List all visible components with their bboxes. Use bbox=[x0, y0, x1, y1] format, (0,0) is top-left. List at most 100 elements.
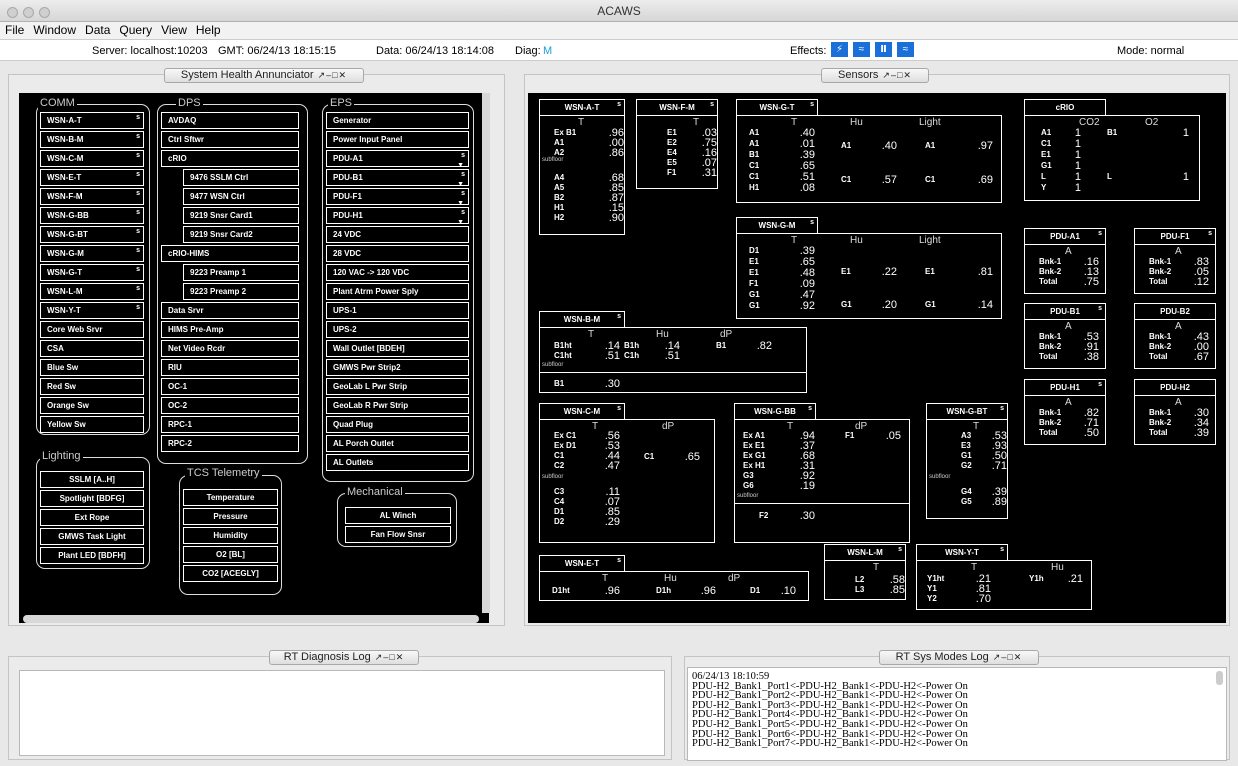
annunciator-wsn-g-bt[interactable]: WSN-G-BT s bbox=[40, 226, 144, 243]
annunciator-ups-2[interactable]: UPS-2 bbox=[326, 321, 469, 338]
annunciator-9223-preamp-1[interactable]: 9223 Preamp 1 bbox=[183, 264, 299, 281]
annunciator-yellow-sw[interactable]: Yellow Sw bbox=[40, 416, 144, 433]
annunciator-co2-acegly[interactable]: CO2 [ACEGLY] bbox=[183, 565, 278, 582]
annunciator-net-video-rcdr[interactable]: Net Video Rcdr bbox=[161, 340, 299, 357]
annunciator-wsn-g-bb[interactable]: WSN-G-BB s bbox=[40, 207, 144, 224]
annunciator-9219-snsr-card1[interactable]: 9219 Snsr Card1 bbox=[183, 207, 299, 224]
panel-window-controls-icon[interactable]: ↗–□✕ bbox=[993, 652, 1023, 662]
annunciator-ups-1[interactable]: UPS-1 bbox=[326, 302, 469, 319]
sensor-wsn-g-bb-header[interactable]: WSN-G-BB s bbox=[734, 403, 816, 420]
annunciator-riu[interactable]: RIU bbox=[161, 359, 299, 376]
sensor-crio-header[interactable]: cRIO bbox=[1024, 99, 1106, 116]
sensor-wsn-c-m-header[interactable]: WSN-C-M s bbox=[539, 403, 625, 420]
annunciator-pdu-b1[interactable]: PDU-B1 s ▼ bbox=[326, 169, 469, 188]
annunciator-quad-plug[interactable]: Quad Plug bbox=[326, 416, 469, 433]
panel-window-controls-icon[interactable]: ↗–□✕ bbox=[375, 652, 405, 662]
annunciator-wsn-c-m[interactable]: WSN-C-M s bbox=[40, 150, 144, 167]
annunciator-wsn-g-t[interactable]: WSN-G-T s bbox=[40, 264, 144, 281]
sensor-wsn-a-t-header[interactable]: WSN-A-T s bbox=[539, 99, 625, 116]
annunciator-wsn-e-t[interactable]: WSN-E-T s bbox=[40, 169, 144, 186]
panel-window-controls-icon[interactable]: ↗–□✕ bbox=[882, 70, 912, 80]
sensor-pdu-a1-header[interactable]: PDU-A1 s bbox=[1024, 228, 1106, 245]
annunciator-9477-wsn-ctrl[interactable]: 9477 WSN Ctrl bbox=[183, 188, 299, 205]
sensor-wsn-e-t-header[interactable]: WSN-E-T s bbox=[539, 555, 625, 572]
sensor-pdu-f1-header[interactable]: PDU-F1 s bbox=[1134, 228, 1216, 245]
annunciator-fan-flow-snsr[interactable]: Fan Flow Snsr bbox=[345, 526, 451, 543]
effect-wave2-icon[interactable]: ≈ bbox=[897, 42, 914, 57]
annunciator-crio-hims[interactable]: cRIO-HIMS bbox=[161, 245, 299, 262]
sensor-wsn-b-m-header[interactable]: WSN-B-M s bbox=[539, 311, 625, 328]
menu-help[interactable]: Help bbox=[191, 22, 221, 37]
annunciator-geolab-l-pwr-strip[interactable]: GeoLab L Pwr Strip bbox=[326, 378, 469, 395]
annunciator-oc-1[interactable]: OC-1 bbox=[161, 378, 299, 395]
annunciator-al-outlets[interactable]: AL Outlets bbox=[326, 454, 469, 471]
annunciator-pdu-a1[interactable]: PDU-A1 s ▼ bbox=[326, 150, 469, 169]
annunciator-blue-sw[interactable]: Blue Sw bbox=[40, 359, 144, 376]
sensor-pdu-h2-header[interactable]: PDU-H2 bbox=[1134, 379, 1216, 396]
annunciator-hims-pre-amp[interactable]: HIMS Pre-Amp bbox=[161, 321, 299, 338]
annunciator-wsn-b-m[interactable]: WSN-B-M s bbox=[40, 131, 144, 148]
sensor-wsn-g-t-header[interactable]: WSN-G-T s bbox=[736, 99, 818, 116]
annunciator-wsn-y-t[interactable]: WSN-Y-T s bbox=[40, 302, 144, 319]
annunciator-al-winch[interactable]: AL Winch bbox=[345, 507, 451, 524]
annunciator-red-sw[interactable]: Red Sw bbox=[40, 378, 144, 395]
annunciator-al-porch-outlet[interactable]: AL Porch Outlet bbox=[326, 435, 469, 452]
annunciator-temperature[interactable]: Temperature bbox=[183, 489, 278, 506]
annunciator-data-srvr[interactable]: Data Srvr bbox=[161, 302, 299, 319]
menu-query[interactable]: Query bbox=[114, 22, 152, 37]
sensor-pdu-b1-header[interactable]: PDU-B1 s bbox=[1024, 303, 1106, 320]
annunciator-gmws-task-light[interactable]: GMWS Task Light bbox=[40, 528, 144, 545]
log-scrollbar-thumb[interactable] bbox=[1216, 671, 1223, 685]
annunciator-o2-bl[interactable]: O2 [BL] bbox=[183, 546, 278, 563]
annunciator-rpc-2[interactable]: RPC-2 bbox=[161, 435, 299, 452]
sensor-pdu-b2-header[interactable]: PDU-B2 bbox=[1134, 303, 1216, 320]
sys-modes-log-area[interactable]: 06/24/13 18:10:59 PDU-H2_Bank1_Port1<-PDU… bbox=[687, 667, 1227, 761]
annunciator-wall-outlet-bdeh[interactable]: Wall Outlet [BDEH] bbox=[326, 340, 469, 357]
annunciator-wsn-l-m[interactable]: WSN-L-M s bbox=[40, 283, 144, 300]
annunciator-ctrl-sftwr[interactable]: Ctrl Sftwr bbox=[161, 131, 299, 148]
annunciator-pressure[interactable]: Pressure bbox=[183, 508, 278, 525]
sensor-wsn-g-m-header[interactable]: WSN-G-M s bbox=[736, 217, 818, 234]
effect-wave-icon[interactable]: ≈ bbox=[853, 42, 870, 57]
annunciator-core-web-srvr[interactable]: Core Web Srvr bbox=[40, 321, 144, 338]
menu-window[interactable]: Window bbox=[28, 22, 76, 37]
annunciator-oc-2[interactable]: OC-2 bbox=[161, 397, 299, 414]
annunciator-9476-sslm-ctrl[interactable]: 9476 SSLM Ctrl bbox=[183, 169, 299, 186]
effect-lightning-icon[interactable]: ⚡ bbox=[831, 42, 848, 57]
annunciator-csa[interactable]: CSA bbox=[40, 340, 144, 357]
annunciator-hscrollbar[interactable] bbox=[23, 615, 479, 623]
menu-view[interactable]: View bbox=[156, 22, 187, 37]
annunciator-sslm-a-h[interactable]: SSLM [A..H] bbox=[40, 471, 144, 488]
annunciator-9223-preamp-2[interactable]: 9223 Preamp 2 bbox=[183, 283, 299, 300]
annunciator-orange-sw[interactable]: Orange Sw bbox=[40, 397, 144, 414]
diag-log-area[interactable] bbox=[19, 670, 665, 756]
annunciator-120-vac-120-vdc[interactable]: 120 VAC -> 120 VDC bbox=[326, 264, 469, 281]
menu-file[interactable]: File bbox=[0, 22, 24, 37]
annunciator-gmws-pwr-strip2[interactable]: GMWS Pwr Strip2 bbox=[326, 359, 469, 376]
annunciator-28-vdc[interactable]: 28 VDC bbox=[326, 245, 469, 262]
annunciator-24-vdc[interactable]: 24 VDC bbox=[326, 226, 469, 243]
annunciator-pdu-f1[interactable]: PDU-F1 s ▼ bbox=[326, 188, 469, 207]
annunciator-power-input-panel[interactable]: Power Input Panel bbox=[326, 131, 469, 148]
annunciator-wsn-f-m[interactable]: WSN-F-M s bbox=[40, 188, 144, 205]
pause-icon[interactable]: Ⅱ bbox=[875, 42, 892, 57]
annunciator-plant-atrm-power-sply[interactable]: Plant Atrm Power Sply bbox=[326, 283, 469, 300]
menu-data[interactable]: Data bbox=[80, 22, 110, 37]
panel-window-controls-icon[interactable]: ↗–□✕ bbox=[318, 70, 348, 80]
sensor-wsn-y-t-header[interactable]: WSN-Y-T s bbox=[916, 544, 1008, 561]
annunciator-wsn-g-m[interactable]: WSN-G-M s bbox=[40, 245, 144, 262]
sensor-wsn-f-m-header[interactable]: WSN-F-M s bbox=[636, 99, 718, 116]
annunciator-plant-led-bdfh[interactable]: Plant LED [BDFH] bbox=[40, 547, 144, 564]
sensor-wsn-l-m-header[interactable]: WSN-L-M s bbox=[824, 544, 906, 561]
annunciator-vscrollbar[interactable] bbox=[482, 93, 490, 613]
annunciator-crio[interactable]: cRIO bbox=[161, 150, 299, 167]
annunciator-wsn-a-t[interactable]: WSN-A-T s bbox=[40, 112, 144, 129]
annunciator-avdaq[interactable]: AVDAQ bbox=[161, 112, 299, 129]
annunciator-spotlight-bdfg[interactable]: Spotlight [BDFG] bbox=[40, 490, 144, 507]
annunciator-ext-rope[interactable]: Ext Rope bbox=[40, 509, 144, 526]
sensor-pdu-h1-header[interactable]: PDU-H1 s bbox=[1024, 379, 1106, 396]
annunciator-pdu-h1[interactable]: PDU-H1 s ▼ bbox=[326, 207, 469, 226]
annunciator-9219-snsr-card2[interactable]: 9219 Snsr Card2 bbox=[183, 226, 299, 243]
annunciator-humidity[interactable]: Humidity bbox=[183, 527, 278, 544]
annunciator-generator[interactable]: Generator bbox=[326, 112, 469, 129]
